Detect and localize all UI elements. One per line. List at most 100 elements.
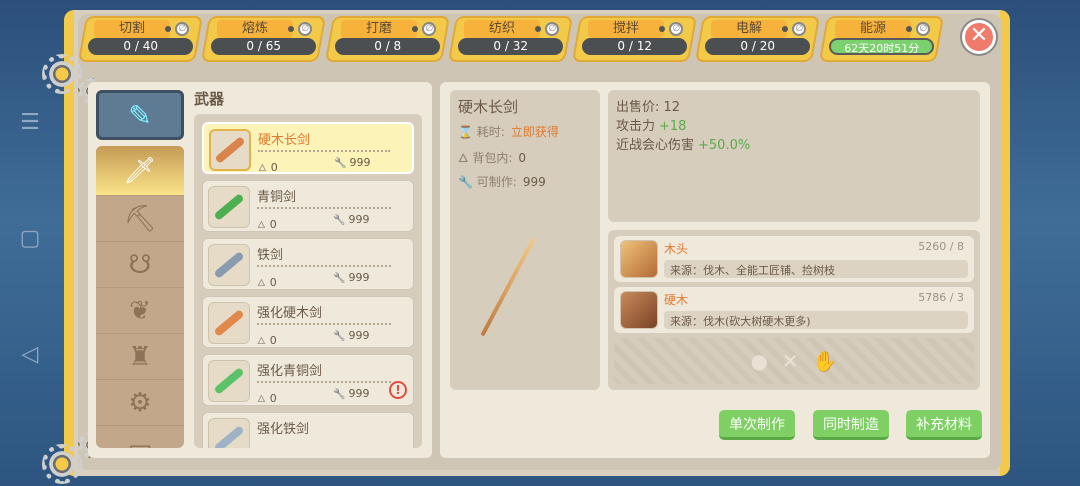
tab-label: 能源: [834, 20, 911, 38]
price-label: 出售价:: [616, 100, 660, 115]
item-name: 硬木长剑: [258, 133, 311, 148]
status-dot-icon: [782, 26, 789, 32]
tab-label: 电解: [711, 20, 788, 38]
category-pickaxe-icon[interactable]: ⛏: [96, 196, 184, 242]
status-dot-icon: [288, 26, 295, 32]
tab-smelting[interactable]: 熔炼 ∅ 0 / 65: [201, 16, 327, 62]
divider: [257, 265, 391, 267]
category-column: ✎ 🗡 ⛏ ☋ ❦ ♜ ⚙ ▭: [96, 90, 184, 450]
craftable-label: 可制作:: [476, 175, 517, 189]
attack-value: +18: [659, 119, 687, 134]
divider: [257, 207, 391, 209]
crit-label: 近战会心伤害: [616, 138, 695, 153]
gear-decoration-icon: [42, 444, 82, 484]
item-craftable-count: 999: [333, 329, 369, 342]
material-source: 来源：伐木(砍大树硬木更多): [664, 311, 968, 329]
empty-material-slot: ● ✕ ✋: [614, 338, 974, 384]
item-detail: 硬木长剑 ⌛ 耗时: 立即获得 🜂 背包内: 0 🔧 可制作: 999: [450, 90, 600, 390]
tab-progress: 0 / 20: [705, 38, 811, 55]
sword-icon: [208, 244, 250, 286]
list-title: 武器: [194, 90, 225, 108]
attack-label: 攻击力: [616, 119, 656, 134]
category-helmet-icon[interactable]: ☋: [96, 242, 184, 288]
item-owned-count: 0: [257, 329, 277, 350]
brush-tool-icon[interactable]: ✎: [96, 90, 184, 140]
item-craftable-count: 999: [333, 213, 369, 226]
material-count: 5786 / 3: [918, 291, 964, 304]
material-source: 来源：伐木、全能工匠铺、捡树枝: [664, 260, 968, 278]
item-craftable-count: 999: [333, 271, 369, 284]
hand-icon: ✋: [812, 349, 838, 373]
item-craftable-count: 999: [334, 156, 370, 169]
material-count: 5260 / 8: [918, 240, 964, 253]
attack-row: 攻击力 +18: [616, 117, 972, 136]
tab-progress: 0 / 32: [458, 38, 564, 55]
lock-icon: ∅: [669, 22, 684, 36]
category-gear-icon[interactable]: ⚙: [96, 380, 184, 426]
tab-electrolysis[interactable]: 电解 ∅ 0 / 20: [695, 16, 821, 62]
material-row[interactable]: 木头 5260 / 8 来源：伐木、全能工匠铺、捡树枝: [614, 236, 974, 282]
lock-icon: ∅: [298, 22, 313, 36]
material-name: 木头: [664, 242, 689, 256]
status-dot-icon: [535, 26, 542, 32]
crit-value: +50.0%: [698, 138, 751, 153]
divider: [257, 323, 391, 325]
crit-row: 近战会心伤害 +50.0%: [616, 136, 972, 155]
lock-icon: ∅: [175, 22, 190, 36]
bag-value: 0: [518, 151, 526, 165]
sword-icon: [208, 418, 250, 448]
status-dot-icon: [412, 26, 419, 32]
tab-label: 打磨: [340, 20, 417, 38]
tab-mixing[interactable]: 搅拌 ∅ 0 / 12: [571, 16, 698, 62]
sword-icon: [208, 360, 250, 402]
tab-progress: 0 / 65: [211, 38, 317, 55]
lock-icon: ∅: [422, 22, 437, 36]
divider: [258, 150, 390, 152]
recipe-list-panel: ✎ 🗡 ⛏ ☋ ❦ ♜ ⚙ ▭ 武器 硬木长剑 0 999 青铜剑 0 999: [88, 82, 432, 458]
category-sword-icon[interactable]: 🗡: [96, 146, 184, 196]
category-furniture-icon[interactable]: ♜: [96, 334, 184, 380]
lock-icon: ∅: [915, 22, 930, 36]
refill-materials-button[interactable]: 补充材料: [906, 410, 982, 440]
bag-row: 🜂 背包内: 0: [458, 151, 526, 165]
stats-box: 出售价: 12 攻击力 +18 近战会心伤害 +50.0%: [608, 90, 980, 222]
item-owned-count: 0: [258, 156, 278, 177]
material-row[interactable]: 硬木 5786 / 3 来源：伐木(砍大树硬木更多): [614, 287, 974, 333]
craft-batch-button[interactable]: 同时制造: [813, 410, 889, 440]
category-food-icon[interactable]: ❦: [96, 288, 184, 334]
tab-label: 切割: [94, 20, 170, 38]
sword-preview-icon: [480, 237, 536, 337]
category-material-icon[interactable]: ▭: [96, 426, 184, 449]
craftable-value: 999: [522, 175, 546, 189]
list-item[interactable]: 铁剑 0 999: [202, 238, 414, 290]
tab-cutting[interactable]: 切割 ∅ 0 / 40: [77, 16, 204, 62]
category-tabs: 切割 ∅ 0 / 40 熔炼 ∅ 0 / 65 打磨 ∅ 0 / 8 纺织 ∅ …: [77, 16, 945, 64]
close-button[interactable]: ✕: [962, 20, 996, 54]
tab-weaving[interactable]: 纺织 ∅ 0 / 32: [448, 16, 574, 62]
hardwood-icon: [620, 291, 658, 329]
tab-polishing[interactable]: 打磨 ∅ 0 / 8: [324, 16, 451, 62]
craft-once-button[interactable]: 单次制作: [719, 410, 795, 440]
tab-label: 搅拌: [587, 20, 664, 38]
list-item[interactable]: 强化铁剑: [202, 412, 414, 448]
home-nav-icon[interactable]: ▢: [18, 226, 42, 251]
back-nav-icon[interactable]: ◁: [18, 342, 42, 367]
list-item[interactable]: 硬木长剑 0 999: [202, 122, 414, 174]
lock-icon: ∅: [545, 22, 560, 36]
menu-nav-icon[interactable]: ☰: [18, 110, 42, 135]
tab-label: 纺织: [464, 20, 541, 38]
time-value: 立即获得: [510, 125, 559, 139]
sword-icon: [209, 129, 251, 171]
status-dot-icon: [905, 26, 912, 32]
item-name: 强化青铜剑: [257, 364, 323, 379]
list-item[interactable]: 强化青铜剑 0 999 !: [202, 354, 414, 406]
list-item[interactable]: 青铜剑 0 999: [202, 180, 414, 232]
item-owned-count: 0: [257, 213, 277, 234]
bag-label: 背包内:: [472, 151, 513, 165]
divider: [257, 381, 391, 383]
list-item[interactable]: 强化硬木剑 0 999: [202, 296, 414, 348]
tab-energy[interactable]: 能源 ∅ 62天20时51分: [818, 16, 945, 62]
category-list: 🗡 ⛏ ☋ ❦ ♜ ⚙ ▭: [96, 146, 184, 448]
item-craftable-count: 999: [333, 387, 369, 400]
tab-label: 熔炼: [217, 20, 294, 38]
